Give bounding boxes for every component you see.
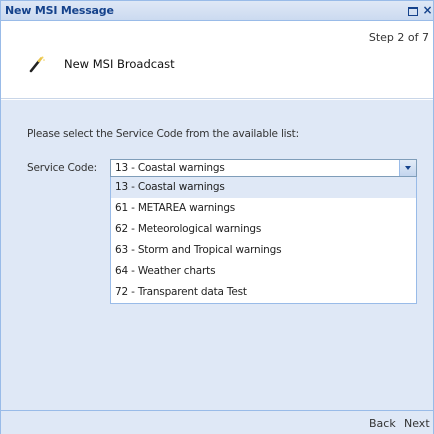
magic-wand-icon <box>29 56 45 73</box>
wizard-header: Step 2 of 7 New MSI Broadcast <box>1 22 433 99</box>
option-61-metarea-warnings[interactable]: 61 - METAREA warnings <box>111 198 416 219</box>
chevron-down-icon[interactable] <box>399 160 416 176</box>
back-button[interactable]: Back <box>369 417 396 430</box>
service-code-dropdown-list: 13 - Coastal warnings 61 - METAREA warni… <box>110 177 417 304</box>
wizard-window: New MSI Message × Step 2 of 7 New MSI Br… <box>0 0 434 434</box>
option-63-storm-tropical-warnings[interactable]: 63 - Storm and Tropical warnings <box>111 240 416 261</box>
page-title: New MSI Broadcast <box>64 57 175 71</box>
wizard-body: Please select the Service Code from the … <box>1 100 433 410</box>
wizard-footer: Back Next <box>1 410 433 434</box>
step-indicator: Step 2 of 7 <box>368 31 429 44</box>
title-bar[interactable]: New MSI Message × <box>1 1 433 21</box>
option-13-coastal-warnings[interactable]: 13 - Coastal warnings <box>111 177 416 198</box>
option-62-meteorological-warnings[interactable]: 62 - Meteorological warnings <box>111 219 416 240</box>
close-icon[interactable]: × <box>421 4 434 17</box>
option-72-transparent-data-test[interactable]: 72 - Transparent data Test <box>111 282 416 303</box>
service-code-value: 13 - Coastal warnings <box>115 162 225 174</box>
service-code-select[interactable]: 13 - Coastal warnings <box>110 159 417 177</box>
option-64-weather-charts[interactable]: 64 - Weather charts <box>111 261 416 282</box>
instruction-text: Please select the Service Code from the … <box>27 128 299 140</box>
maximize-icon[interactable] <box>406 4 419 17</box>
window-title: New MSI Message <box>5 4 114 17</box>
next-button[interactable]: Next <box>404 417 430 430</box>
service-code-label: Service Code: <box>27 162 97 174</box>
